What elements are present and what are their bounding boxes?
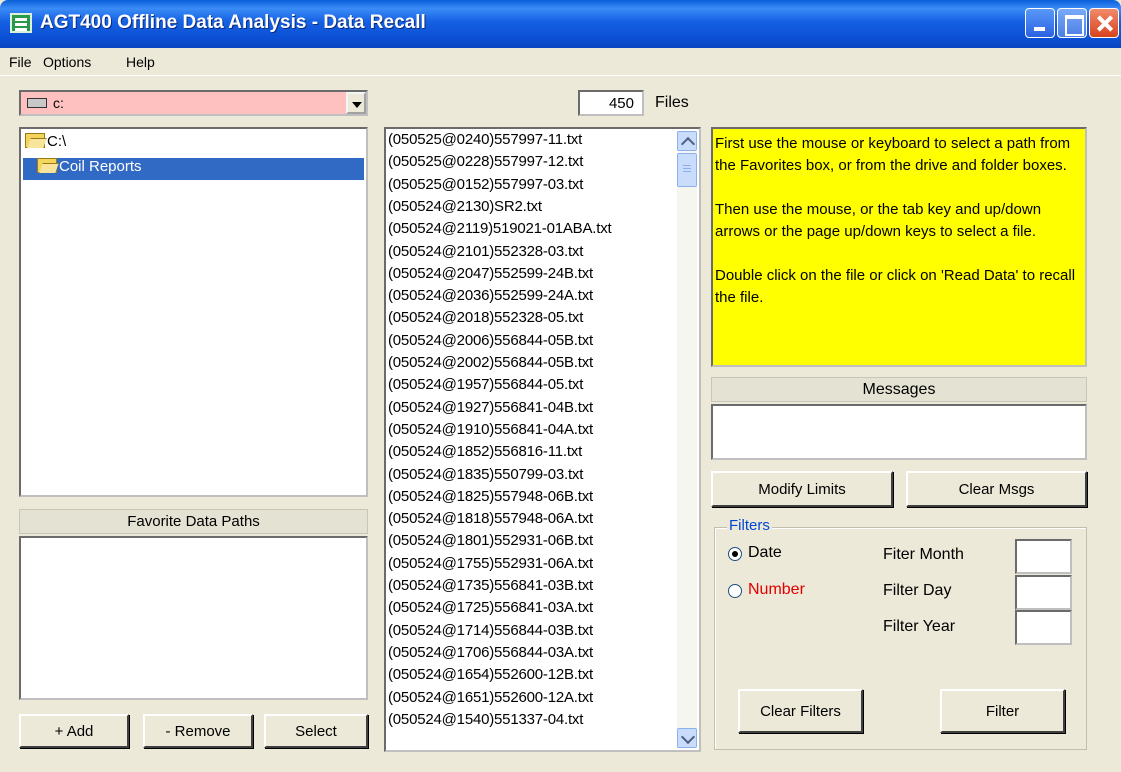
folder-item-coil-reports[interactable]: Coil Reports [23,158,364,180]
file-item[interactable]: (050525@0240)557997-11.txt [388,131,582,153]
menu-help[interactable]: Help [126,54,155,70]
modify-limits-button[interactable]: Modify Limits [711,471,893,507]
clear-msgs-button[interactable]: Clear Msgs [906,471,1087,507]
remove-button[interactable]: - Remove [143,714,253,748]
file-item[interactable]: (050524@1706)556844-03A.txt [388,644,593,666]
filter-month-input[interactable] [1015,539,1072,574]
filter-month-label: Fiter Month [883,546,964,563]
file-item[interactable]: (050524@1540)551337-04.txt [388,711,583,733]
filter-button[interactable]: Filter [940,689,1065,733]
folder-item-root[interactable]: C:\ [25,133,66,155]
drive-value: c: [53,95,64,111]
menu-file[interactable]: File [9,54,32,70]
date-radio[interactable] [728,547,742,561]
title-bar[interactable]: AGT400 Offline Data Analysis - Data Reca… [0,0,1121,48]
file-item[interactable]: (050524@2006)556844-05B.txt [388,332,593,354]
folder-label: Coil Reports [59,158,142,175]
file-item[interactable]: (050524@2101)552328-03.txt [388,243,583,265]
help-text: First use the mouse or keyboard to selec… [715,135,1071,174]
number-radio-label[interactable]: Number [748,581,805,599]
file-item[interactable]: (050524@2036)552599-24A.txt [388,287,593,309]
file-item[interactable]: (050524@1835)550799-03.txt [388,466,583,488]
favorites-list[interactable] [19,536,368,700]
help-text: Then use the mouse, or the tab key and u… [715,201,1042,240]
close-button[interactable] [1089,8,1119,38]
open-folder-icon [25,133,45,148]
file-item[interactable]: (050524@1755)552931-06A.txt [388,555,593,577]
filter-year-label: Filter Year [883,618,956,635]
file-item[interactable]: (050524@2002)556844-05B.txt [388,354,593,376]
file-item[interactable]: (050524@1818)557948-06A.txt [388,510,593,532]
file-item[interactable]: (050524@2047)552599-24B.txt [388,265,593,287]
file-item[interactable]: (050524@1825)557948-06B.txt [388,488,593,510]
help-text: Double click on the file or click on 'Re… [715,267,1076,306]
file-list-scrollbar[interactable] [677,131,697,748]
select-button[interactable]: Select [264,714,368,748]
filter-day-label: Filter Day [883,582,952,599]
chevron-down-icon[interactable] [346,92,366,114]
filter-year-input[interactable] [1015,610,1072,645]
files-count-label: Files [655,94,689,111]
filters-legend: Filters [727,517,772,534]
drive-icon [27,98,47,108]
filter-day-input[interactable] [1015,575,1072,610]
scroll-down-icon[interactable] [677,728,697,748]
file-item[interactable]: (050524@1927)556841-04B.txt [388,399,593,421]
files-count: 450 [578,90,644,116]
file-item[interactable]: (050524@1801)552931-06B.txt [388,532,593,554]
file-item[interactable]: (050524@2130)SR2.txt [388,198,542,220]
folder-label: C:\ [47,133,67,150]
clear-filters-button[interactable]: Clear Filters [738,689,863,733]
file-item[interactable]: (050524@1957)556844-05.txt [388,376,583,398]
file-item[interactable]: (050525@0228)557997-12.txt [388,153,583,175]
file-item[interactable]: (050524@2119)519021-01ABA.txt [388,220,612,242]
messages-box[interactable] [711,404,1087,460]
messages-header: Messages [711,377,1087,402]
folder-list[interactable]: C:\ Coil Reports [19,127,368,497]
drive-select[interactable]: c: [19,90,368,116]
file-item[interactable]: (050524@1735)556841-03B.txt [388,577,593,599]
file-item[interactable]: (050524@1654)552600-12B.txt [388,666,593,688]
maximize-button[interactable] [1057,8,1087,38]
open-folder-icon [37,158,57,173]
file-item[interactable]: (050524@1651)552600-12A.txt [388,689,593,711]
help-panel: First use the mouse or keyboard to selec… [711,127,1087,367]
file-item[interactable]: (050525@0152)557997-03.txt [388,176,583,198]
scroll-thumb[interactable] [677,153,697,187]
file-item[interactable]: (050524@1714)556844-03B.txt [388,622,593,644]
scroll-up-icon[interactable] [677,131,697,151]
date-radio-label[interactable]: Date [748,544,782,562]
file-item[interactable]: (050524@1725)556841-03A.txt [388,599,593,621]
minimize-button[interactable] [1025,8,1055,38]
favorites-header: Favorite Data Paths [19,509,368,534]
file-item[interactable]: (050524@1910)556841-04A.txt [388,421,593,443]
window-title: AGT400 Offline Data Analysis - Data Reca… [40,12,426,33]
number-radio[interactable] [728,584,742,598]
app-icon[interactable] [10,13,32,33]
file-item[interactable]: (050524@2018)552328-05.txt [388,309,583,331]
menu-bar: File Options Help [0,48,1121,76]
file-item[interactable]: (050524@1852)556816-11.txt [388,443,582,465]
menu-options[interactable]: Options [43,54,91,70]
file-list[interactable]: (050525@0240)557997-11.txt (050525@0228)… [384,127,701,752]
add-button[interactable]: + Add [19,714,129,748]
